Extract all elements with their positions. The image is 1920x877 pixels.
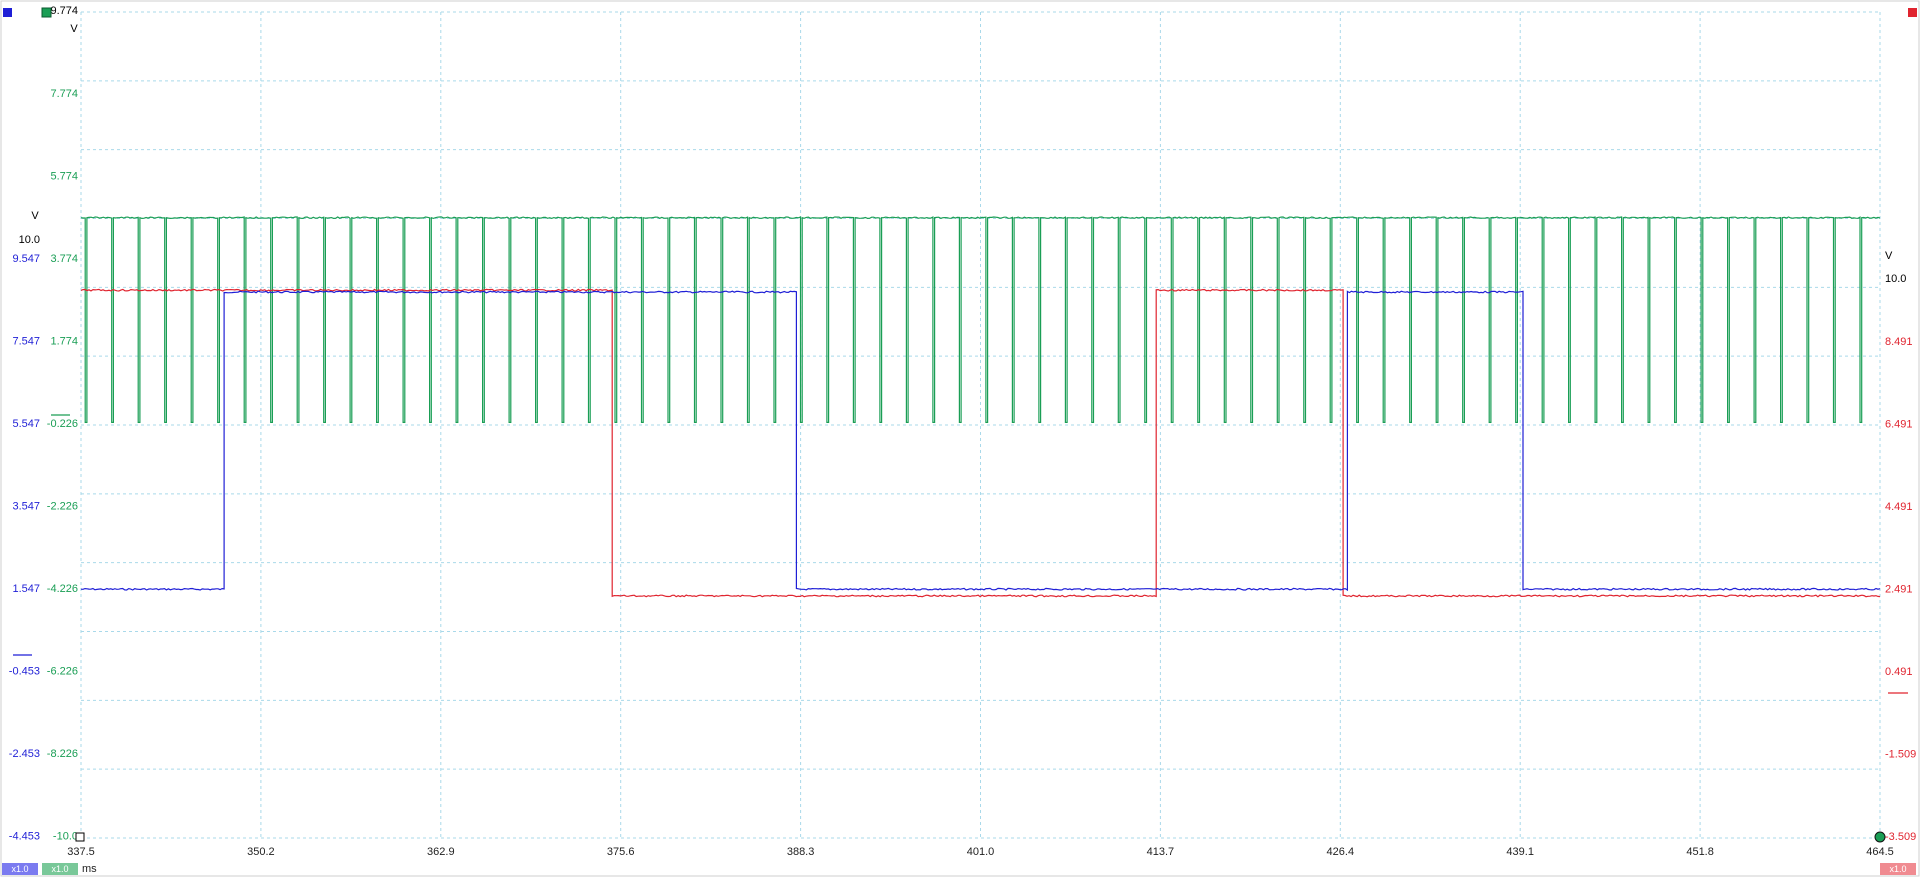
time-unit-label: ms	[82, 863, 97, 875]
blue-axis-unit: V	[31, 210, 39, 222]
blue-axis-tick-label: -2.453	[9, 748, 40, 760]
green-axis-tick-label: 1.774	[50, 336, 78, 348]
x-tick-label: 401.0	[967, 846, 995, 858]
red-axis-tick-label: 0.491	[1885, 666, 1913, 678]
cursor-end-handle-icon[interactable]	[1874, 831, 1886, 843]
x-tick-label: 426.4	[1327, 846, 1355, 858]
x-tick-label: 375.6	[607, 846, 635, 858]
blue-axis-tick-label: -0.453	[9, 666, 40, 678]
green-axis-tick-label: 5.774	[50, 171, 78, 183]
x-tick-label: 388.3	[787, 846, 815, 858]
green-channel-marker-icon[interactable]	[41, 7, 52, 18]
blue-axis-tick-label: 7.547	[12, 336, 40, 348]
green-axis-tick-label: -8.226	[47, 748, 78, 760]
cursor-start-handle-icon[interactable]	[75, 832, 85, 842]
green-axis-top-label: 9.774	[50, 5, 78, 17]
red-axis-tick-label: 4.491	[1885, 501, 1913, 513]
green-axis-tick-label: 7.774	[50, 88, 78, 100]
green-channel-scale-badge[interactable]: x1.0	[42, 863, 78, 875]
blue-axis-tick-label: -4.453	[9, 831, 40, 843]
x-tick-label: 413.7	[1147, 846, 1175, 858]
x-tick-label: 362.9	[427, 846, 455, 858]
x-tick-label: 439.1	[1506, 846, 1534, 858]
green-axis-tick-label: -4.226	[47, 583, 78, 595]
blue-axis-tick-label: 9.547	[12, 253, 40, 265]
green-axis-unit: V	[70, 23, 78, 35]
scope-background	[0, 0, 1920, 877]
green-axis-tick-label: -0.226	[47, 418, 78, 430]
red-axis-tick-label: 8.491	[1885, 336, 1913, 348]
blue-axis-top-label: 10.0	[19, 234, 40, 246]
red-channel-scale-badge[interactable]: x1.0	[1880, 863, 1916, 875]
blue-axis-tick-label: 5.547	[12, 418, 40, 430]
red-axis-tick-label: -3.509	[1885, 831, 1916, 843]
x-tick-label: 464.5	[1866, 846, 1894, 858]
blue-axis-tick-label: 3.547	[12, 501, 40, 513]
red-axis-tick-label: -1.509	[1885, 749, 1916, 761]
green-axis-tick-label: 3.774	[50, 253, 78, 265]
green-axis-tick-label: -10.0	[53, 831, 78, 843]
blue-channel-marker-icon[interactable]	[3, 8, 12, 17]
green-axis-tick-label: -6.226	[47, 666, 78, 678]
blue-axis-tick-label: 1.547	[12, 583, 40, 595]
x-tick-label: 451.8	[1686, 846, 1714, 858]
oscilloscope-chart[interactable]: V 9.774 7.774 5.774 3.774 1.774 -0.226 -2.226…	[0, 0, 1920, 877]
red-axis-top-label: 10.0	[1885, 273, 1906, 285]
x-tick-label: 337.5	[67, 846, 95, 858]
red-axis-tick-label: 6.491	[1885, 419, 1913, 431]
green-axis-tick-label: -2.226	[47, 501, 78, 513]
x-tick-label: 350.2	[247, 846, 275, 858]
red-axis-unit: V	[1885, 250, 1893, 262]
blue-channel-scale-badge[interactable]: x1.0	[2, 863, 38, 875]
red-axis-tick-label: 2.491	[1885, 584, 1913, 596]
red-channel-marker-icon[interactable]	[1908, 8, 1917, 17]
